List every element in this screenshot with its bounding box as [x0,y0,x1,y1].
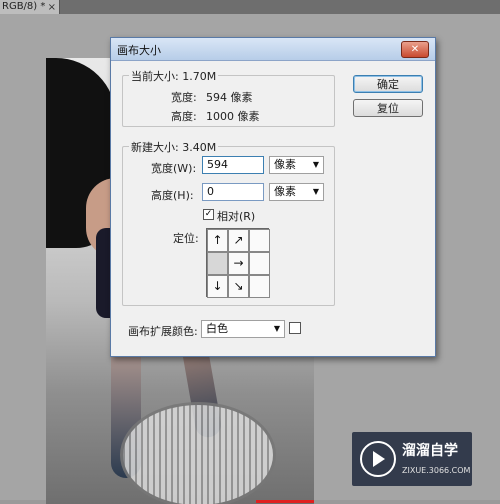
width-input[interactable]: 594 [202,156,264,174]
dialog-title: 画布大小 [117,44,161,57]
current-height-value: 1000 像素 [206,110,260,123]
anchor-grid: ↑ ↗ → ↓ ↘ [206,228,270,298]
current-width-label: 宽度: [171,91,197,104]
extension-color-select[interactable]: 白色 ▼ [201,320,285,338]
height-input[interactable]: 0 [202,183,264,201]
chevron-down-icon: ▼ [273,324,280,333]
relative-label[interactable]: 相对(R) [217,208,255,224]
current-size-title: 当前大小: 1.70M [129,68,219,84]
document-tab-label: RGB/8) * [2,1,46,12]
anchor-cell-top-right[interactable] [249,229,270,252]
anchor-cell-center[interactable]: → [228,252,249,275]
dialog-titlebar[interactable]: 画布大小 ✕ [111,38,435,61]
height-unit-value: 像素 [274,185,296,198]
anchor-label: 定位: [173,232,199,245]
width-unit-select[interactable]: 像素 ▼ [269,156,324,174]
document-tab-bar: RGB/8) * × [0,0,500,14]
relative-checkbox[interactable]: ✓ [203,209,214,220]
watermark-title: 溜溜自学 [402,443,458,459]
watermark-subtitle: ZIXUE.3066.COM [402,466,471,475]
current-height-label: 高度: [171,110,197,123]
reset-button[interactable]: 复位 [353,99,423,117]
close-icon[interactable]: × [48,1,56,15]
play-logo-icon [360,441,396,477]
anchor-cell-bottom-left[interactable]: ↓ [207,275,228,298]
photo-fan [120,402,276,504]
new-width-label: 宽度(W): [151,162,197,175]
new-height-label: 高度(H): [151,189,194,202]
document-tab[interactable]: RGB/8) * × [0,0,60,14]
current-width-value: 594 像素 [206,91,253,104]
anchor-cell-top[interactable]: ↗ [228,229,249,252]
current-size-group: 当前大小: 1.70M 宽度: 594 像素 高度: 1000 像素 [122,68,335,127]
new-size-title: 新建大小: 3.40M [129,139,219,155]
anchor-cell-bottom-right[interactable] [249,275,270,298]
canvas-size-dialog: 画布大小 ✕ 确定 复位 当前大小: 1.70M 宽度: 594 像素 高度: … [110,37,436,357]
chevron-down-icon: ▼ [312,187,319,196]
anchor-cell-top-left[interactable]: ↑ [207,229,228,252]
chevron-down-icon: ▼ [312,160,319,169]
dialog-close-button[interactable]: ✕ [401,41,429,58]
anchor-cell-left[interactable] [207,252,228,275]
anchor-cell-bottom[interactable]: ↘ [228,275,249,298]
extension-color-value: 白色 [206,322,228,335]
watermark: 溜溜自学 ZIXUE.3066.COM [352,432,472,486]
extension-color-swatch[interactable] [289,322,301,334]
extension-color-label: 画布扩展颜色: [128,325,198,338]
width-unit-value: 像素 [274,158,296,171]
photo-red-mark [256,500,314,503]
anchor-cell-right[interactable] [249,252,270,275]
height-unit-select[interactable]: 像素 ▼ [269,183,324,201]
play-icon [373,451,385,467]
ok-button[interactable]: 确定 [353,75,423,93]
